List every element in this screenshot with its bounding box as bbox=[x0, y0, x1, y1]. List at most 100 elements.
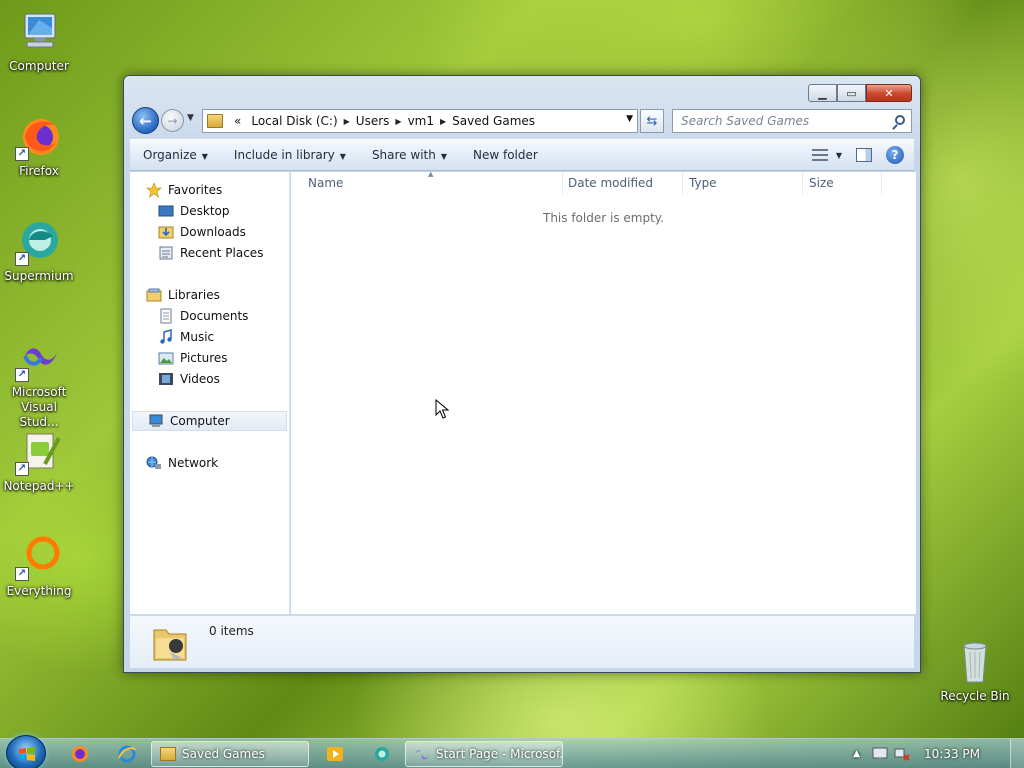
downloads-icon bbox=[158, 226, 174, 239]
maximize-button[interactable]: ▭ bbox=[837, 84, 866, 102]
chevron-down-icon: ▼ bbox=[440, 152, 447, 161]
view-controls: ▼ ? bbox=[811, 146, 904, 164]
shortcut-arrow-icon: ↗ bbox=[15, 368, 29, 382]
share-with-button[interactable]: Share with ▼ bbox=[359, 148, 460, 162]
recycle-bin-icon bbox=[951, 638, 999, 686]
network-icon[interactable] bbox=[894, 747, 910, 761]
folder-icon bbox=[160, 747, 176, 761]
address-bar[interactable]: « Local Disk (C:) ▶ Users ▶ vm1 ▶ Saved … bbox=[202, 109, 638, 133]
supermium-icon[interactable] bbox=[372, 744, 392, 764]
nav-item-videos[interactable]: Videos bbox=[158, 369, 220, 389]
column-header-size[interactable]: Size bbox=[809, 176, 834, 190]
desktop-icon-recycle-bin[interactable]: Recycle Bin bbox=[936, 638, 1014, 704]
videos-icon bbox=[159, 373, 173, 385]
search-input[interactable]: Search Saved Games bbox=[672, 109, 912, 133]
include-in-library-button[interactable]: Include in library ▼ bbox=[221, 148, 359, 162]
nav-item-documents[interactable]: Documents bbox=[158, 306, 248, 326]
desktop-icon-visual-studio[interactable]: ↗ Microsoft Visual Stud... bbox=[0, 334, 78, 430]
recent-pages-dropdown[interactable]: ▼ bbox=[187, 113, 194, 123]
forward-button[interactable]: → bbox=[161, 109, 184, 132]
explorer-window: ▁ ▭ ✕ ← → ▼ « Local Disk (C:) ▶ Users ▶ … bbox=[123, 75, 921, 673]
taskbar-item-label: Saved Games bbox=[182, 747, 265, 761]
column-header-name[interactable]: Name bbox=[308, 176, 343, 190]
mouse-cursor-icon bbox=[435, 399, 449, 419]
column-divider[interactable] bbox=[682, 172, 683, 194]
sort-ascending-icon: ▲ bbox=[428, 170, 434, 178]
search-placeholder: Search Saved Games bbox=[681, 114, 810, 128]
nav-item-libraries[interactable]: Libraries bbox=[146, 285, 220, 305]
taskbar-item-label: Start Page - Microsof... bbox=[436, 747, 563, 761]
breadcrumb-saved-games[interactable]: Saved Games bbox=[447, 114, 540, 128]
shortcut-arrow-icon: ↗ bbox=[15, 252, 29, 266]
close-button[interactable]: ✕ bbox=[866, 84, 912, 102]
breadcrumb-users[interactable]: Users bbox=[351, 114, 395, 128]
breadcrumb-vm1[interactable]: vm1 bbox=[403, 114, 439, 128]
nav-item-pictures[interactable]: Pictures bbox=[158, 348, 228, 368]
nav-item-downloads[interactable]: Downloads bbox=[158, 222, 246, 242]
everything-icon: ↗ bbox=[15, 533, 63, 581]
recent-places-icon bbox=[159, 246, 173, 260]
column-header-type[interactable]: Type bbox=[689, 176, 717, 190]
change-view-button[interactable]: ▼ bbox=[811, 149, 842, 161]
breadcrumb-local-disk[interactable]: Local Disk (C:) bbox=[246, 114, 342, 128]
nav-item-desktop[interactable]: Desktop bbox=[158, 201, 230, 221]
media-player-icon[interactable] bbox=[325, 744, 345, 764]
clock[interactable]: 10:33 PM bbox=[924, 747, 980, 761]
pictures-icon bbox=[158, 352, 174, 365]
nav-item-computer[interactable]: Computer bbox=[132, 411, 287, 431]
details-pane: 0 items bbox=[130, 615, 914, 668]
taskbar-item-saved-games[interactable]: Saved Games bbox=[151, 741, 309, 767]
system-tray: ▲ 10:33 PM bbox=[853, 739, 1024, 768]
desktop-icon-computer[interactable]: Computer bbox=[0, 8, 78, 74]
nav-label: Libraries bbox=[168, 288, 220, 302]
firefox-icon[interactable] bbox=[70, 744, 90, 764]
shortcut-arrow-icon: ↗ bbox=[15, 567, 29, 581]
supermium-icon: ↗ bbox=[15, 218, 63, 266]
view-details-icon bbox=[811, 149, 828, 161]
visual-studio-icon bbox=[415, 750, 429, 760]
chevron-right-icon[interactable]: ▶ bbox=[343, 117, 351, 126]
column-header-date-modified[interactable]: Date modified bbox=[568, 176, 653, 190]
nav-label: Pictures bbox=[180, 351, 228, 365]
column-divider[interactable] bbox=[802, 172, 803, 194]
computer-icon bbox=[149, 414, 163, 427]
address-dropdown-icon[interactable]: ▼ bbox=[626, 114, 633, 124]
help-icon[interactable]: ? bbox=[886, 146, 904, 164]
action-center-icon[interactable] bbox=[872, 747, 888, 761]
show-desktop-button[interactable] bbox=[1010, 739, 1024, 768]
new-folder-button[interactable]: New folder bbox=[460, 148, 551, 162]
desktop-icon-supermium[interactable]: ↗ Supermium bbox=[0, 218, 78, 284]
column-divider[interactable] bbox=[562, 172, 563, 194]
window-controls: ▁ ▭ ✕ bbox=[808, 84, 912, 102]
libraries-icon bbox=[146, 288, 162, 302]
back-button[interactable]: ← bbox=[132, 107, 159, 134]
chevron-down-icon: ▼ bbox=[835, 150, 842, 160]
nav-item-favorites[interactable]: Favorites bbox=[146, 180, 222, 200]
share-with-label: Share with bbox=[371, 148, 436, 162]
desktop-icon-firefox[interactable]: ↗ Firefox bbox=[0, 113, 78, 179]
organize-button[interactable]: Organize ▼ bbox=[130, 148, 221, 162]
taskbar-item-start-page[interactable]: Start Page - Microsof... bbox=[405, 741, 563, 767]
file-list[interactable]: Name ▲ Date modified Type Size This fold… bbox=[291, 170, 916, 614]
start-button[interactable] bbox=[6, 735, 46, 768]
search-icon[interactable] bbox=[895, 115, 905, 125]
refresh-button[interactable]: ⇆ bbox=[640, 109, 664, 133]
documents-icon bbox=[160, 308, 172, 324]
desktop-icon-notepadpp[interactable]: ↗ Notepad++ bbox=[0, 428, 78, 494]
firefox-icon: ↗ bbox=[15, 113, 63, 161]
chevron-right-icon[interactable]: ▶ bbox=[439, 117, 447, 126]
nav-item-network[interactable]: Network bbox=[146, 453, 218, 473]
nav-item-recent-places[interactable]: Recent Places bbox=[158, 243, 263, 263]
breadcrumb-overflow[interactable]: « bbox=[229, 114, 246, 128]
desktop-icon-label: Computer bbox=[9, 59, 69, 73]
preview-pane-icon[interactable] bbox=[856, 148, 872, 162]
show-hidden-icons-icon[interactable]: ▲ bbox=[853, 749, 860, 759]
nav-item-music[interactable]: Music bbox=[158, 327, 214, 347]
desktop-icon-everything[interactable]: ↗ Everything bbox=[0, 533, 78, 599]
chevron-right-icon[interactable]: ▶ bbox=[394, 117, 402, 126]
column-divider[interactable] bbox=[881, 172, 882, 194]
nav-label: Recent Places bbox=[180, 246, 264, 260]
internet-explorer-icon[interactable] bbox=[117, 744, 137, 764]
music-icon bbox=[160, 329, 172, 344]
minimize-button[interactable]: ▁ bbox=[808, 84, 837, 102]
